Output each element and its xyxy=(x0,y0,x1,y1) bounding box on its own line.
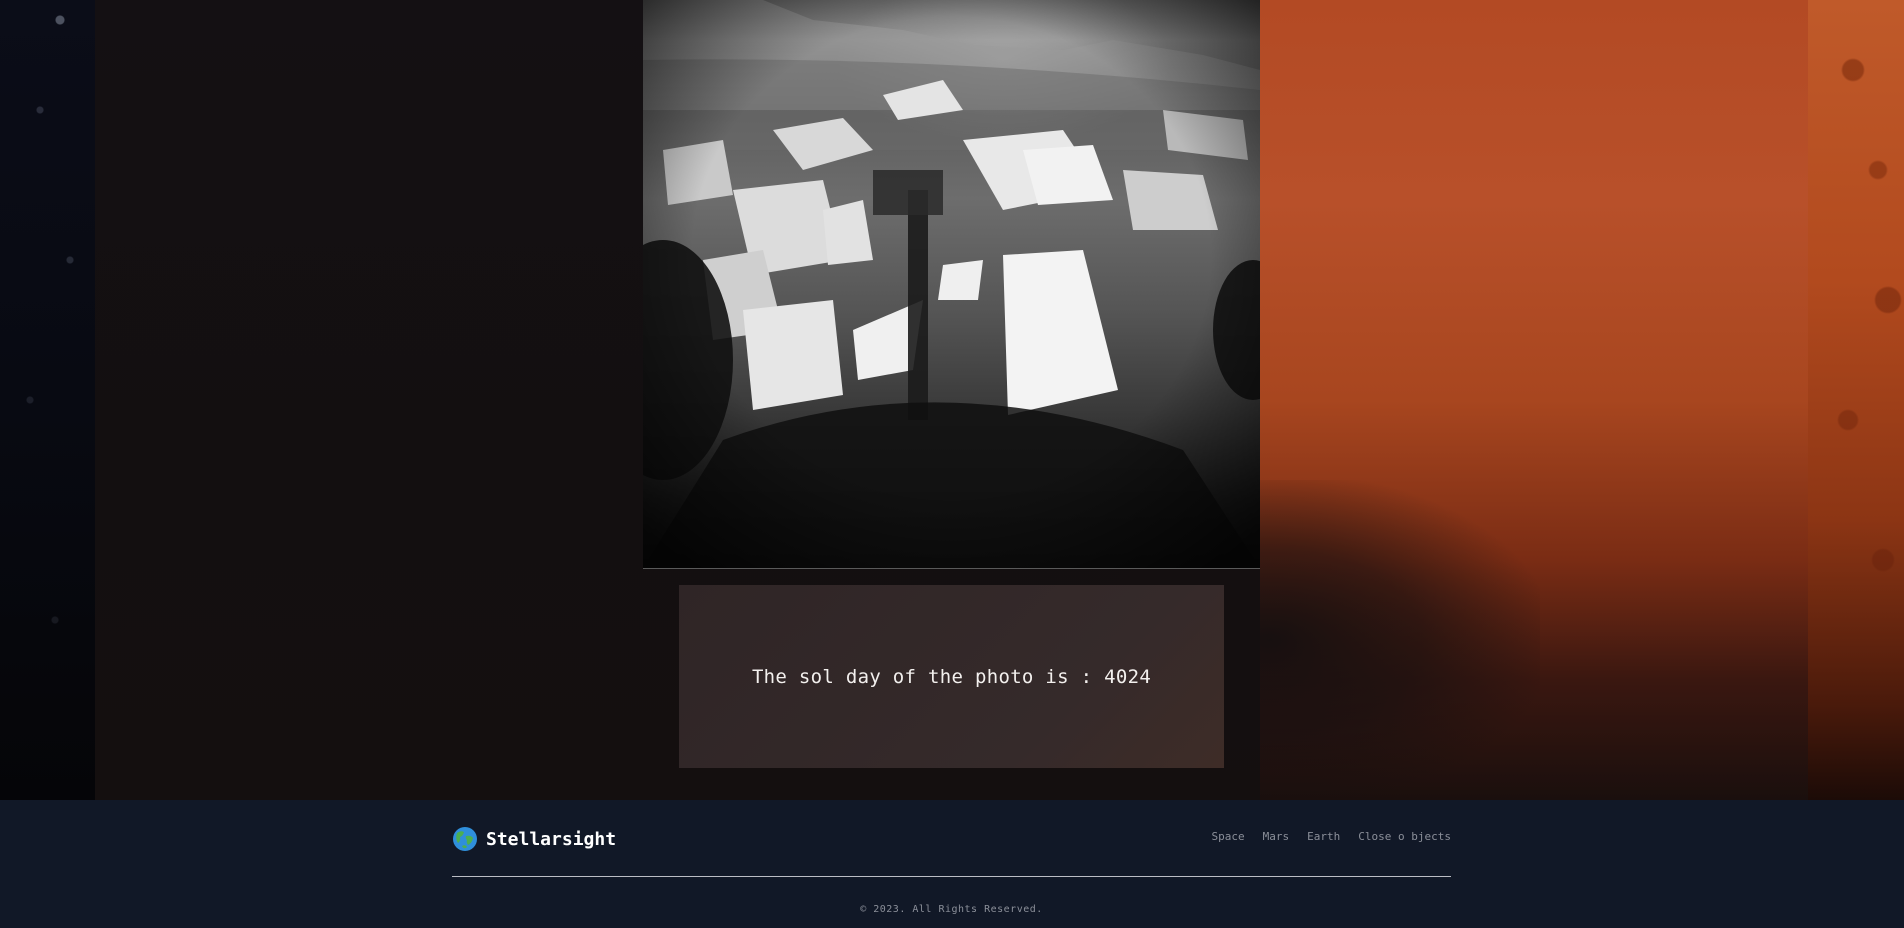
space-background xyxy=(0,0,95,800)
mars-surface-background xyxy=(1808,0,1904,800)
footer-nav-earth[interactable]: Earth xyxy=(1307,830,1340,843)
footer-divider xyxy=(452,876,1451,877)
mars-background xyxy=(1000,0,1808,800)
sol-caption-box: The sol day of the photo is : 4024 xyxy=(679,585,1224,768)
rover-photo-image xyxy=(643,0,1260,568)
rover-photo xyxy=(643,0,1260,569)
footer-container: Stellarsight Space Mars Earth Close o bj… xyxy=(452,800,1451,928)
brand-link[interactable]: Stellarsight xyxy=(452,826,616,852)
site-footer: Stellarsight Space Mars Earth Close o bj… xyxy=(0,800,1904,928)
footer-nav-space[interactable]: Space xyxy=(1212,830,1245,843)
footer-nav: Space Mars Earth Close o bjects xyxy=(1212,830,1451,843)
hero-stage: The sol day of the photo is : 4024 xyxy=(0,0,1904,800)
footer-nav-mars[interactable]: Mars xyxy=(1263,830,1290,843)
footer-nav-close-objects[interactable]: Close o bjects xyxy=(1358,830,1451,843)
copyright-text: © 2023. All Rights Reserved. xyxy=(860,904,1043,915)
earth-globe-icon xyxy=(452,826,478,852)
sol-day-text: The sol day of the photo is : 4024 xyxy=(751,665,1152,688)
brand-name: Stellarsight xyxy=(486,828,617,850)
